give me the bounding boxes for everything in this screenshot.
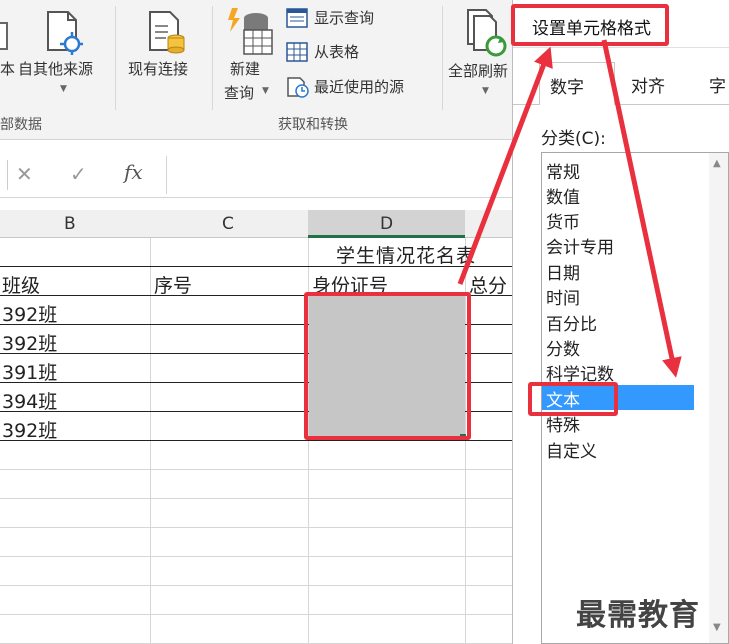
annotation-arrows — [457, 39, 682, 378]
watermark-logo: 最需教育 — [576, 598, 700, 633]
arrow-to-text-category — [601, 39, 682, 378]
arrow-to-dialog-title — [457, 46, 553, 285]
